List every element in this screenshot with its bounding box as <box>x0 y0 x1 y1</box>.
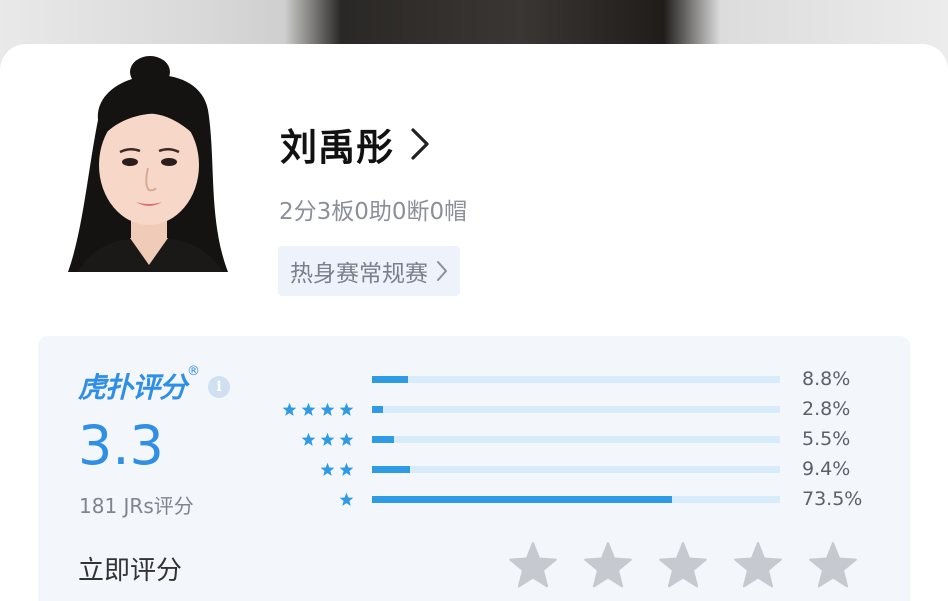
distribution-bar-track <box>372 495 780 503</box>
game-type-tag[interactable]: 热身赛常规赛 <box>278 246 460 296</box>
distribution-bar-track <box>372 435 780 443</box>
row-star-group <box>278 462 354 477</box>
distribution-row-2-star: 9.4% <box>278 454 878 484</box>
distribution-bar-fill <box>372 495 672 503</box>
rating-brand-row: 虎扑评分 ® i <box>78 364 231 406</box>
star-icon <box>282 402 297 416</box>
registered-mark: ® <box>187 364 201 379</box>
player-card: 刘禹彤 2分3板0助0断0帽 热身赛常规赛 虎扑评分 ® i 3.3 181 J… <box>0 44 948 601</box>
distribution-bar-fill <box>372 435 395 443</box>
rate-star-3-icon[interactable] <box>658 541 708 589</box>
star-icon <box>339 402 354 416</box>
chevron-right-icon <box>437 261 447 281</box>
player-avatar[interactable] <box>38 50 259 272</box>
player-name[interactable]: 刘禹彤 <box>280 117 394 171</box>
rating-count: 181 JRs评分 <box>79 494 194 518</box>
user-rating-stars[interactable] <box>508 541 858 589</box>
rate-star-1-icon[interactable] <box>508 541 558 589</box>
average-score: 3.3 <box>78 414 164 477</box>
distribution-bar-track <box>372 465 780 473</box>
hupu-rating-logo: 虎扑评分 <box>78 371 187 404</box>
rate-now-label: 立即评分 <box>78 556 183 586</box>
distribution-bar-track <box>372 405 780 413</box>
star-icon <box>320 462 335 476</box>
star-icon <box>320 432 335 446</box>
player-name-row[interactable]: 刘禹彤 <box>280 118 430 170</box>
distribution-row-4-star: 2.8% <box>278 394 878 424</box>
distribution-percent: 8.8% <box>802 368 851 390</box>
rate-star-5-icon[interactable] <box>808 541 858 589</box>
star-icon <box>339 492 354 506</box>
distribution-percent: 2.8% <box>802 398 851 420</box>
distribution-bar-fill <box>372 405 384 413</box>
row-star-group <box>278 402 354 417</box>
row-star-group <box>278 432 354 447</box>
distribution-row-3-star: 5.5% <box>278 424 878 454</box>
info-icon[interactable]: i <box>208 376 231 398</box>
star-icon <box>301 402 316 416</box>
game-type-label: 热身赛常规赛 <box>290 261 428 287</box>
star-icon <box>320 402 335 416</box>
distribution-bar-fill <box>372 465 411 473</box>
player-rating-page: 刘禹彤 2分3板0助0断0帽 热身赛常规赛 虎扑评分 ® i 3.3 181 J… <box>0 0 948 601</box>
distribution-percent: 5.5% <box>802 428 851 450</box>
distribution-percent: 73.5% <box>802 488 863 510</box>
row-star-group <box>278 492 354 507</box>
distribution-bar-fill <box>372 375 408 383</box>
star-icon <box>339 432 354 446</box>
chevron-right-icon[interactable] <box>410 127 430 161</box>
player-stat-line: 2分3板0助0断0帽 <box>279 199 468 225</box>
distribution-bar-track <box>372 375 780 383</box>
distribution-percent: 9.4% <box>802 458 851 480</box>
rating-panel: 虎扑评分 ® i 3.3 181 JRs评分 8.8% 2.8% 5.5% 9.4% 7… <box>38 336 910 601</box>
star-icon <box>339 462 354 476</box>
distribution-row-5-star: 8.8% <box>278 364 878 394</box>
star-icon <box>301 432 316 446</box>
rate-star-4-icon[interactable] <box>733 541 783 589</box>
distribution-row-1-star: 73.5% <box>278 484 878 514</box>
rate-star-2-icon[interactable] <box>583 541 633 589</box>
